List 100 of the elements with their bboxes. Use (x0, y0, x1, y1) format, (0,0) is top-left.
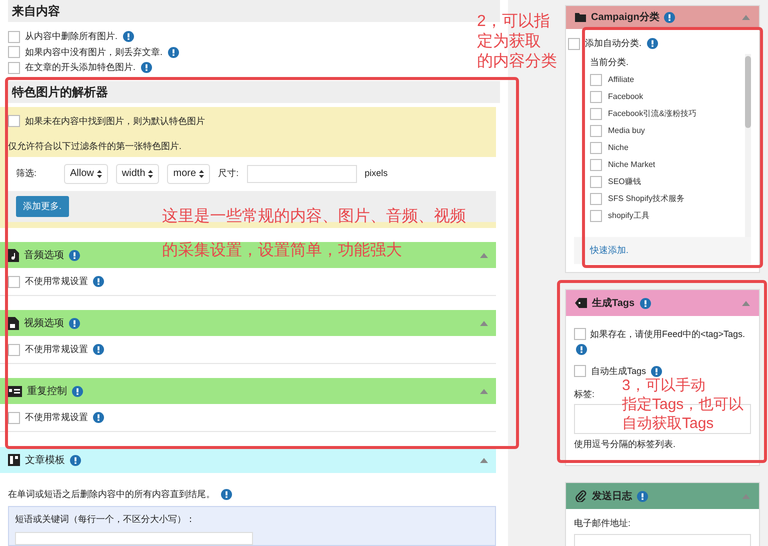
select-dropdown[interactable]: width (116, 164, 160, 184)
annotation-text: 自动获取Tags (622, 414, 715, 433)
size-label: 尺寸: (218, 166, 239, 180)
collapse-icon[interactable] (480, 252, 488, 258)
collapse-icon[interactable] (742, 15, 750, 20)
tags-hint: 使用逗号分隔的标签列表. (573, 438, 677, 450)
section-title: 音频选项 (24, 248, 64, 262)
checkbox[interactable] (8, 30, 20, 43)
folder-icon (575, 13, 586, 22)
section-title: 视频选项 (24, 316, 64, 330)
annotation-text: 3，可以手动 (622, 376, 706, 395)
checkbox[interactable] (590, 159, 602, 171)
checkbox[interactable] (590, 74, 602, 86)
checkbox[interactable] (8, 115, 20, 128)
collapse-icon[interactable] (480, 388, 488, 394)
option-label: 在文章的开头添加特色图片. (25, 61, 136, 74)
sort-icon (199, 170, 204, 178)
help-icon[interactable] (69, 250, 80, 260)
checkbox[interactable] (590, 108, 602, 120)
select-dropdown[interactable]: more (167, 164, 210, 184)
help-icon[interactable] (122, 31, 134, 42)
select-dropdown[interactable]: Allow (64, 164, 108, 184)
help-icon[interactable] (70, 454, 81, 466)
option-label: 添加自动分类. (585, 37, 642, 50)
help-icon[interactable] (646, 38, 658, 50)
category-label: Niche (608, 142, 628, 154)
checkbox[interactable] (590, 176, 602, 188)
help-icon[interactable] (93, 344, 104, 355)
help-icon[interactable] (168, 46, 179, 58)
filter-note: 仅允许符合以下过滤条件的第一张特色图片. (7, 140, 183, 153)
keyword-label: 短语或关键词（每行一个，不区分大小写）： (15, 512, 196, 526)
checkbox[interactable] (590, 125, 602, 137)
email-input[interactable] (574, 534, 751, 546)
checkbox[interactable] (590, 210, 602, 222)
audio-file-icon (8, 248, 19, 262)
quick-add-link[interactable]: 快速添加. (590, 244, 629, 254)
panel-title: 发送日志 (592, 490, 632, 504)
collapse-icon[interactable] (742, 494, 750, 498)
option-label: 如果内容中没有图片，则丢弃文章. (25, 46, 163, 58)
checkbox[interactable] (8, 62, 20, 74)
category-label: shopify工具 (608, 210, 650, 222)
help-icon[interactable] (576, 344, 587, 354)
category-label: Niche Market (608, 159, 656, 171)
category-label: Facebook引流&涨粉技巧 (608, 108, 696, 120)
tag-icon (575, 298, 587, 308)
sort-icon (148, 170, 154, 178)
checkbox[interactable] (590, 91, 602, 103)
option-label: 不使用常规设置 (25, 342, 88, 356)
video-file-icon (8, 316, 19, 330)
help-icon[interactable] (93, 276, 104, 287)
category-label: Media buy (608, 125, 645, 137)
annotation-text: 的内容分类 (477, 52, 557, 72)
annotation-text: 定为获取 (477, 32, 542, 52)
section-title: 来自内容 (12, 4, 60, 18)
help-icon[interactable] (640, 298, 651, 308)
help-icon[interactable] (93, 412, 104, 423)
panel-title: 生成Tags (592, 296, 635, 310)
option-label: 不使用常规设置 (25, 410, 88, 424)
help-icon[interactable] (637, 490, 648, 502)
annotation-text: 指定Tags，也可以 (622, 395, 744, 414)
annotation-text: 的采集设置，设置简单，功能强大 (162, 241, 403, 261)
checkbox[interactable] (590, 142, 602, 154)
size-input[interactable] (246, 164, 357, 182)
option-label: 从内容中删除所有图片. (25, 30, 118, 43)
keyword-textarea[interactable] (15, 532, 253, 545)
scrollbar[interactable] (745, 54, 751, 236)
section-title: 特色图片的解析器 (12, 84, 108, 98)
checkbox[interactable] (8, 344, 20, 356)
email-label: 电子邮件地址: (573, 517, 632, 530)
checkbox[interactable] (568, 38, 580, 50)
layout-icon (8, 454, 20, 466)
sort-icon (96, 170, 102, 178)
checkbox[interactable] (574, 365, 586, 378)
help-icon[interactable] (221, 489, 232, 500)
help-icon[interactable] (651, 366, 662, 377)
checkbox[interactable] (8, 276, 20, 288)
annotation-text: 这里是一些常规的内容、图片、音频、视频 (162, 207, 466, 227)
tags-label: 标签: (574, 388, 595, 401)
checkbox[interactable] (590, 193, 602, 205)
help-icon[interactable] (69, 318, 80, 328)
unit-label: pixels (364, 166, 388, 180)
section-title: 文章模板 (25, 454, 65, 468)
paperclip-icon (575, 490, 587, 502)
collapse-icon[interactable] (480, 458, 488, 462)
collapse-icon[interactable] (742, 300, 750, 306)
category-heading: 当前分类. (590, 56, 630, 68)
category-label: SFS Shopify技术服务 (608, 193, 684, 205)
list-icon (8, 386, 22, 396)
category-label: Facebook (608, 91, 644, 103)
collapse-icon[interactable] (480, 320, 488, 326)
checkbox[interactable] (8, 46, 20, 58)
help-icon[interactable] (140, 62, 152, 74)
help-icon[interactable] (664, 12, 676, 23)
add-more-button[interactable]: 添加更多. (16, 196, 69, 217)
checkbox[interactable] (8, 412, 20, 424)
filter-label: 筛选: (16, 166, 38, 180)
option-label: 如果存在，请使用Feed中的<tag>Tags. (590, 328, 746, 341)
checkbox[interactable] (574, 328, 586, 340)
help-icon[interactable] (72, 386, 83, 396)
template-note: 在单词或短语之后删除内容中的所有内容直到结尾。 (8, 488, 215, 501)
